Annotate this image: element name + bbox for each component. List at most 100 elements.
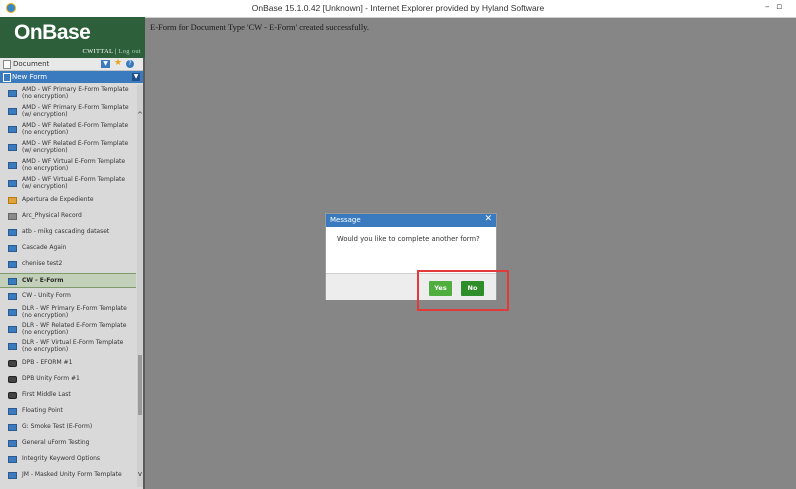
sidebar-item-form[interactable]: DPB - EFORM #1 xyxy=(0,356,136,369)
sidebar-item-form[interactable]: Apertura de Expediente xyxy=(0,193,136,206)
sidebar-item-form[interactable]: atb - mikg cascading dataset xyxy=(0,225,136,238)
sidebar-item-label: General uForm Testing xyxy=(22,439,90,446)
dialog-header: Message ✕ xyxy=(326,214,496,227)
sidebar-item-form[interactable]: DPB Unity Form #1 xyxy=(0,372,136,385)
sidebar-item-label: AMD - WF Virtual E-Form Template (w/ enc… xyxy=(22,176,126,190)
favorites-star-icon[interactable]: ★ xyxy=(114,58,122,68)
form-template-list: AMD - WF Primary E-Form Template (no enc… xyxy=(0,85,137,487)
sidebar-item-label: First Middle Last xyxy=(22,391,71,398)
chevron-down-icon[interactable]: ▼ xyxy=(101,60,110,68)
sidebar-item-form[interactable]: AMD - WF Primary E-Form Template (no enc… xyxy=(0,86,136,100)
sidebar-item-form[interactable]: chenise test2 xyxy=(0,257,136,270)
sidebar-item-label: AMD - WF Related E-Form Template (w/ enc… xyxy=(22,140,129,154)
sidebar-item-label: DLR - WF Primary E-Form Template (no enc… xyxy=(22,305,127,319)
form-icon xyxy=(8,245,17,252)
form-icon xyxy=(8,261,17,268)
window-titlebar: OnBase 15.1.0.42 [Unknown] - Internet Ex… xyxy=(0,0,796,18)
dialog-message: Would you like to complete another form? xyxy=(337,235,480,243)
folder-icon xyxy=(8,197,17,204)
sidebar-item-label: AMD - WF Primary E-Form Template (w/ enc… xyxy=(22,104,129,118)
new-form-icon xyxy=(3,73,11,82)
sidebar-item-label: AMD - WF Virtual E-Form Template (no enc… xyxy=(22,158,126,172)
sidebar-item-form[interactable]: DLR - WF Related E-Form Template (no enc… xyxy=(0,322,136,336)
document-menu[interactable]: Document ▼ ★ ? xyxy=(0,58,143,71)
form-icon xyxy=(8,293,17,300)
sidebar-item-form[interactable]: AMD - WF Virtual E-Form Template (w/ enc… xyxy=(0,176,136,190)
record-icon xyxy=(8,213,17,220)
form-icon xyxy=(8,472,17,479)
sidebar-scrollbar[interactable]: ^ v xyxy=(137,85,143,487)
sidebar-item-label: Integrity Keyword Options xyxy=(22,455,101,462)
binoculars-icon xyxy=(8,360,17,367)
sidebar-item-label: CW - E-Form xyxy=(22,277,64,284)
logout-link[interactable]: Log out xyxy=(118,48,141,55)
form-icon xyxy=(8,278,17,285)
sidebar-item-form[interactable]: AMD - WF Virtual E-Form Template (no enc… xyxy=(0,158,136,172)
onbase-logo: OnBase xyxy=(14,21,91,44)
username: CWITTAL xyxy=(82,48,114,55)
sidebar-item-form[interactable]: JO - Bform xyxy=(0,484,136,487)
sidebar-item-label: DPB Unity Form #1 xyxy=(22,375,80,382)
chevron-down-icon[interactable]: v xyxy=(137,470,143,478)
sidebar-item-label: DPB - EFORM #1 xyxy=(22,359,73,366)
chevron-down-icon[interactable]: ▼ xyxy=(132,73,140,81)
sidebar-item-form[interactable]: Cascade Again xyxy=(0,241,136,254)
sidebar-item-label: JM - Masked Unity Form Template xyxy=(22,471,122,478)
sidebar-item-label: AMD - WF Primary E-Form Template (no enc… xyxy=(22,86,129,100)
scrollbar-thumb[interactable] xyxy=(138,355,142,415)
form-icon xyxy=(8,456,17,463)
sidebar-item-form[interactable]: AMD - WF Primary E-Form Template (w/ enc… xyxy=(0,104,136,118)
sidebar-item-form[interactable]: Integrity Keyword Options xyxy=(0,452,136,465)
maximize-button[interactable]: ▫ xyxy=(776,2,782,12)
close-icon[interactable]: ✕ xyxy=(484,214,492,224)
binoculars-icon xyxy=(8,376,17,383)
sidebar-item-form[interactable]: CW - E-Form xyxy=(0,273,136,288)
form-icon xyxy=(8,162,17,169)
document-icon xyxy=(3,60,11,69)
form-icon xyxy=(8,144,17,151)
sidebar-item-label: Apertura de Expediente xyxy=(22,196,94,203)
chevron-up-icon[interactable]: ^ xyxy=(137,111,143,119)
form-icon xyxy=(8,229,17,236)
form-icon xyxy=(8,180,17,187)
sidebar-item-form[interactable]: DLR - WF Virtual E-Form Template (no enc… xyxy=(0,339,136,353)
sidebar-item-form[interactable]: Arc_Physical Record xyxy=(0,209,136,222)
new-form-menu[interactable]: New Form ▼ xyxy=(0,71,143,83)
form-icon xyxy=(8,90,17,97)
sidebar-item-form[interactable]: Floating Point xyxy=(0,404,136,417)
sidebar-item-form[interactable]: First Middle Last xyxy=(0,388,136,401)
sidebar-item-label: CW - Unity Form xyxy=(22,292,71,299)
dialog-body: Would you like to complete another form? xyxy=(326,227,496,273)
dialog-title: Message xyxy=(330,216,361,224)
form-icon xyxy=(8,408,17,415)
brand-header: OnBase xyxy=(0,17,145,47)
sidebar-item-form[interactable]: DLR - WF Primary E-Form Template (no enc… xyxy=(0,305,136,319)
help-icon[interactable]: ? xyxy=(126,60,134,68)
window-title: OnBase 15.1.0.42 [Unknown] - Internet Ex… xyxy=(251,3,545,13)
sidebar-item-form[interactable]: CW - Unity Form xyxy=(0,289,136,302)
form-icon xyxy=(8,326,17,333)
sidebar-item-form[interactable]: G: Smoke Test (E-Form) xyxy=(0,420,136,433)
sidebar-item-label: chenise test2 xyxy=(22,260,63,267)
sidebar-item-form[interactable]: AMD - WF Related E-Form Template (w/ enc… xyxy=(0,140,136,154)
form-icon xyxy=(8,108,17,115)
sidebar: OnBase CWITTAL | Log out Document ▼ ★ ? … xyxy=(0,17,145,489)
sidebar-item-label: DLR - WF Related E-Form Template (no enc… xyxy=(22,322,127,336)
sidebar-item-form[interactable]: AMD - WF Related E-Form Template (no enc… xyxy=(0,122,136,136)
sidebar-item-label: Arc_Physical Record xyxy=(22,212,82,219)
status-message: E-Form for Document Type 'CW - E-Form' c… xyxy=(150,22,370,32)
minimize-button[interactable]: – xyxy=(765,2,770,12)
new-form-label: New Form xyxy=(12,73,48,81)
sidebar-item-form[interactable]: JM - Masked Unity Form Template xyxy=(0,468,136,481)
form-icon xyxy=(8,424,17,431)
user-bar: CWITTAL | Log out xyxy=(0,47,145,58)
form-icon xyxy=(8,440,17,447)
binoculars-icon xyxy=(8,392,17,399)
form-icon xyxy=(8,309,17,316)
sidebar-item-label: Cascade Again xyxy=(22,244,67,251)
sidebar-item-form[interactable]: General uForm Testing xyxy=(0,436,136,449)
document-label: Document xyxy=(13,60,50,68)
sidebar-item-label: atb - mikg cascading dataset xyxy=(22,228,110,235)
form-icon xyxy=(8,126,17,133)
highlight-annotation xyxy=(417,270,509,311)
